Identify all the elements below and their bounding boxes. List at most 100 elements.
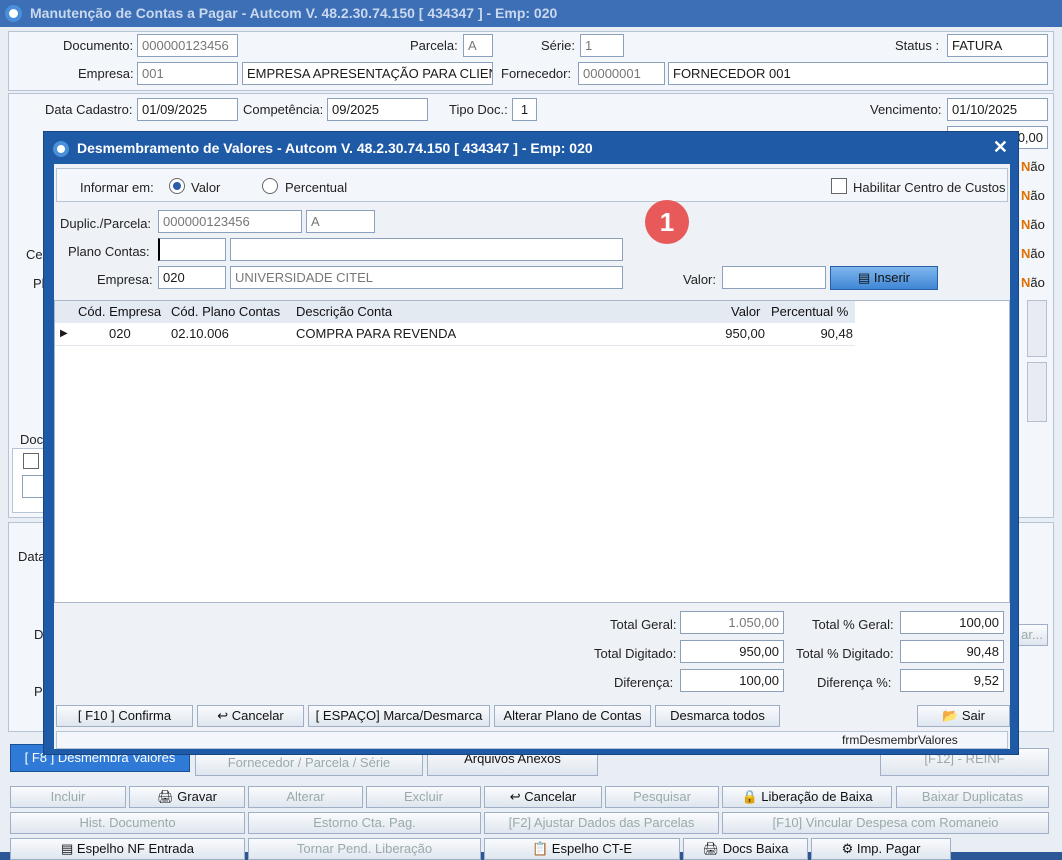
confirma-button[interactable]: [ F10 ] Confirma: [56, 705, 193, 727]
empresa-dialog-name-field[interactable]: UNIVERSIDADE CITEL: [230, 266, 623, 289]
competencia-field[interactable]: 09/2025: [327, 98, 428, 121]
imp-pagar-button[interactable]: ⚙ Imp. Pagar: [811, 838, 951, 860]
close-icon[interactable]: ✕: [993, 137, 1008, 158]
duplic-field[interactable]: 000000123456: [158, 210, 302, 233]
form-name: frmDesmembrValores: [842, 733, 958, 747]
fornecedor-label: Fornecedor:: [501, 66, 572, 81]
app-logo-icon: [5, 5, 22, 22]
insert-icon: ▤: [857, 270, 874, 285]
lock-icon: 🔒: [741, 789, 762, 804]
gravar-button[interactable]: 🖨 Gravar: [129, 786, 245, 808]
espelho-nf-button[interactable]: ▤ Espelho NF Entrada: [10, 838, 245, 860]
espelho-cte-button[interactable]: 📋 Espelho CT-E: [484, 838, 680, 860]
side-scrollbar-1[interactable]: [1027, 300, 1047, 357]
status-field[interactable]: FATURA: [947, 34, 1048, 57]
cancelar-dialog-button[interactable]: ↩ Cancelar: [197, 705, 304, 727]
printer-icon: 🖨: [702, 841, 723, 856]
tipo-doc-field[interactable]: 1: [512, 98, 537, 121]
col-cod-empresa[interactable]: Cód. Empresa: [78, 301, 162, 323]
col-descricao[interactable]: Descrição Conta: [296, 301, 393, 323]
data-cadastro-field[interactable]: 01/09/2025: [137, 98, 238, 121]
baixar-duplicatas-button[interactable]: Baixar Duplicatas: [896, 786, 1049, 808]
undo-icon: ↩: [509, 789, 525, 804]
centro-custos-label[interactable]: Habilitar Centro de Custos: [853, 180, 1005, 195]
valor-label: Valor:: [683, 272, 716, 287]
col-cod-plano[interactable]: Cód. Plano Contas: [171, 301, 281, 323]
vencimento-label: Vencimento:: [870, 102, 942, 117]
serie-label: Série:: [541, 38, 575, 53]
doc-checkbox[interactable]: [23, 453, 39, 469]
liberacao-baixa-button[interactable]: 🔒 Liberação de Baixa: [722, 786, 892, 808]
sair-label: Sair: [961, 708, 985, 723]
tornar-pend-button[interactable]: Tornar Pend. Liberação: [248, 838, 481, 860]
imp-pagar-label: Imp. Pagar: [856, 841, 921, 856]
incluir-button[interactable]: Incluir: [10, 786, 126, 808]
total-pct-digitado-label: Total % Digitado:: [796, 646, 894, 661]
vincular-despesa-button[interactable]: [F10] Vincular Despesa com Romaneio: [722, 812, 1049, 834]
empresa-name-field[interactable]: EMPRESA APRESENTAÇÃO PARA CLIENT: [242, 62, 493, 85]
empresa-code-field[interactable]: 001: [137, 62, 238, 85]
radio-valor-label[interactable]: Valor: [191, 180, 220, 195]
alterar-plano-button[interactable]: Alterar Plano de Contas: [494, 705, 651, 727]
dialog-logo-icon: [53, 141, 69, 157]
gear-icon: ⚙: [841, 841, 857, 856]
marca-desmarca-button[interactable]: [ ESPAÇO] Marca/Desmarca: [308, 705, 490, 727]
plano-desc-field[interactable]: [230, 238, 623, 261]
fornecedor-name-field[interactable]: FORNECEDOR 001: [668, 62, 1048, 85]
dialog-body: Informar em: Valor Percentual Habilitar …: [54, 164, 1010, 749]
cancelar-main-label: Cancelar: [524, 789, 577, 804]
vencimento-field[interactable]: 01/10/2025: [947, 98, 1048, 121]
clipboard-icon: 📋: [531, 841, 552, 856]
hist-documento-button[interactable]: Hist. Documento: [10, 812, 245, 834]
serie-field[interactable]: 1: [580, 34, 624, 57]
inserir-button[interactable]: ▤ Inserir: [830, 266, 938, 290]
estorno-button[interactable]: Estorno Cta. Pag.: [248, 812, 481, 834]
documento-field[interactable]: 000000123456: [137, 34, 238, 57]
side-scrollbar-2[interactable]: [1027, 362, 1047, 422]
ar-button[interactable]: ar...: [1016, 624, 1048, 646]
nao-option-5[interactable]: Não: [1021, 275, 1045, 290]
alterar-button[interactable]: Alterar: [248, 786, 363, 808]
exit-icon: 📂: [942, 708, 962, 723]
nao-option-2[interactable]: Não: [1021, 188, 1045, 203]
tab-fornecedor[interactable]: Fornecedor / Parcela / Série: [195, 752, 423, 776]
excluir-button[interactable]: Excluir: [366, 786, 481, 808]
parcela-field[interactable]: A: [463, 34, 493, 57]
centro-custos-checkbox[interactable]: [831, 178, 847, 194]
ce-label: Ce: [26, 247, 43, 262]
cancelar-main-button[interactable]: ↩ Cancelar: [484, 786, 602, 808]
main-title: Manutenção de Contas a Pagar - Autcom V.…: [0, 0, 1062, 27]
sair-button[interactable]: 📂 Sair: [917, 705, 1010, 727]
document-icon: ▤: [61, 841, 77, 856]
col-valor[interactable]: Valor: [731, 301, 761, 323]
plano-code-field[interactable]: [158, 238, 226, 261]
competencia-label: Competência:: [243, 102, 324, 117]
duplic-parcela-field[interactable]: A: [306, 210, 375, 233]
empresa-dialog-code-field[interactable]: 020: [158, 266, 226, 289]
nao-suffix: ão: [1030, 217, 1045, 232]
col-percentual[interactable]: Percentual %: [771, 301, 849, 323]
ajustar-parcelas-button[interactable]: [F2] Ajustar Dados das Parcelas: [484, 812, 719, 834]
total-pct-digitado-field: 90,48: [900, 640, 1004, 663]
pesquisar-button[interactable]: Pesquisar: [605, 786, 719, 808]
documento-label: Documento:: [63, 38, 134, 53]
radio-percentual-label[interactable]: Percentual: [285, 180, 347, 195]
parcela-label: Parcela:: [410, 38, 458, 53]
total-geral-label: Total Geral:: [610, 617, 677, 632]
docs-baixa-button[interactable]: 🖨 Docs Baixa: [683, 838, 808, 860]
nao-key: N: [1021, 217, 1031, 232]
fornecedor-code-field[interactable]: 00000001: [578, 62, 665, 85]
cell-valor: 950,00: [725, 326, 765, 341]
nao-option-1[interactable]: Não: [1021, 159, 1045, 174]
espelho-cte-label: Espelho CT-E: [551, 841, 632, 856]
table-row[interactable]: ▶ 020 02.10.006 COMPRA PARA REVENDA 950,…: [55, 323, 855, 346]
nao-suffix: ão: [1030, 275, 1045, 290]
status-label: Status :: [895, 38, 940, 53]
desmarca-todos-button[interactable]: Desmarca todos: [655, 705, 780, 727]
radio-percentual[interactable]: [262, 178, 278, 194]
valor-field[interactable]: [722, 266, 826, 289]
nao-option-3[interactable]: Não: [1021, 217, 1045, 232]
radio-valor[interactable]: [169, 178, 185, 194]
nao-suffix: ão: [1030, 188, 1045, 203]
nao-option-4[interactable]: Não: [1021, 246, 1045, 261]
